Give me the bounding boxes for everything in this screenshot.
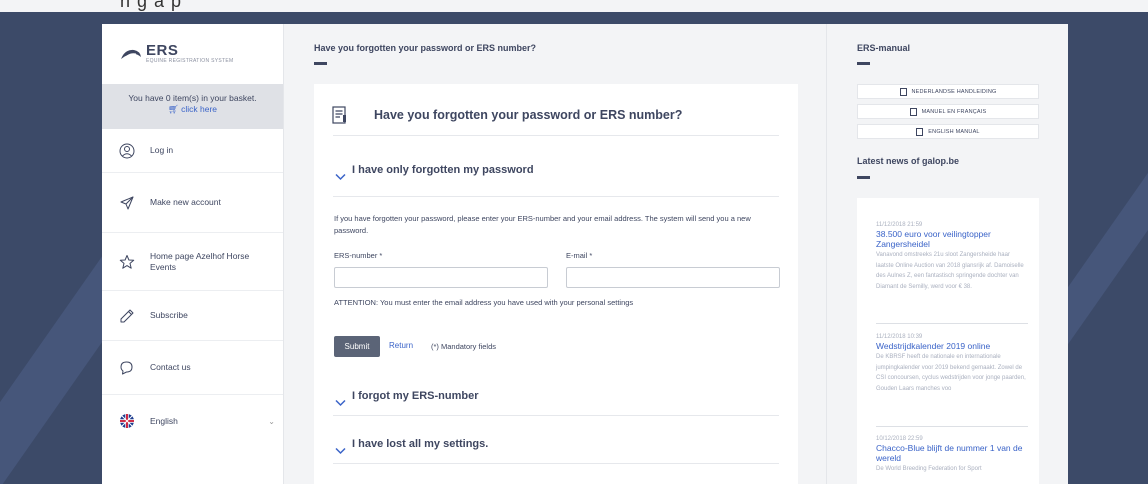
news-date: 11/12/2018 10:39 bbox=[876, 334, 923, 340]
attention-text: ATTENTION: You must enter the email addr… bbox=[334, 298, 634, 307]
title-underline bbox=[314, 62, 327, 65]
divider bbox=[876, 323, 1028, 324]
document-icon bbox=[332, 106, 348, 129]
manual-label: NEDERLANDSE HANDLEIDING bbox=[911, 88, 997, 95]
basket-message: You have 0 item(s) in your basket. bbox=[128, 93, 257, 103]
manual-dutch-button[interactable]: NEDERLANDSE HANDLEIDING bbox=[857, 84, 1039, 99]
sidebar-item-login[interactable]: Log in bbox=[102, 129, 283, 173]
divider bbox=[333, 463, 779, 464]
user-circle-icon bbox=[118, 142, 136, 160]
sidebar-item-make-account[interactable]: Make new account bbox=[102, 173, 283, 233]
section-forgot-ers[interactable]: I forgot my ERS-number bbox=[352, 390, 479, 402]
uk-flag-icon bbox=[118, 412, 136, 430]
news-body: De World Breeding Federation for Sport bbox=[876, 466, 982, 472]
chat-icon bbox=[118, 359, 136, 377]
sidebar-item-contact[interactable]: Contact us bbox=[102, 341, 283, 395]
ers-number-input[interactable] bbox=[334, 267, 548, 288]
card-title: Have you forgotten your password or ERS … bbox=[374, 108, 683, 122]
logo-subtitle: EQUINE REGISTRATION SYSTEM bbox=[146, 58, 234, 64]
ers-number-label: ERS-number * bbox=[334, 251, 383, 260]
section-lost-settings[interactable]: I have lost all my settings. bbox=[352, 438, 488, 450]
document-icon bbox=[899, 87, 907, 96]
sidebar-item-label: Log in bbox=[150, 145, 174, 155]
page-title: Have you forgotten your password or ERS … bbox=[314, 43, 537, 53]
sidebar: ERS EQUINE REGISTRATION SYSTEM You have … bbox=[102, 24, 284, 484]
basket-link[interactable]: 🛒︎ click here bbox=[102, 104, 283, 115]
news-panel: 11/12/2018 21:59 38.500 euro voor veilin… bbox=[857, 198, 1039, 484]
manual-french-button[interactable]: MANUEL EN FRANÇAIS bbox=[857, 104, 1039, 119]
chevron-down-icon[interactable] bbox=[335, 168, 346, 186]
top-partial-text: n g a p bbox=[120, 0, 183, 11]
basket-link-label: click here bbox=[181, 104, 218, 114]
form-card: Have you forgotten your password or ERS … bbox=[314, 84, 798, 484]
title-underline bbox=[857, 176, 870, 179]
news-title[interactable]: 38.500 euro voor veilingtopper Zangershe… bbox=[876, 229, 1026, 249]
divider bbox=[876, 426, 1028, 427]
title-underline bbox=[857, 62, 870, 65]
language-label: English bbox=[150, 415, 178, 426]
paper-plane-icon bbox=[118, 194, 136, 212]
sidebar-item-label: Home page Azelhof Horse Events bbox=[150, 250, 250, 272]
news-title[interactable]: Chacco-Blue blijft de nummer 1 van de we… bbox=[876, 443, 1026, 463]
chevron-down-icon[interactable] bbox=[335, 394, 346, 412]
cart-icon: 🛒︎ bbox=[167, 104, 179, 114]
manual-english-button[interactable]: ENGLISH MANUAL bbox=[857, 124, 1039, 139]
sidebar-item-home-azelhof[interactable]: Home page Azelhof Horse Events bbox=[102, 233, 283, 291]
email-input[interactable] bbox=[566, 267, 780, 288]
news-heading: Latest news of galop.be bbox=[857, 156, 960, 166]
document-icon bbox=[916, 127, 924, 136]
submit-button[interactable]: Submit bbox=[334, 336, 380, 357]
main-content: Have you forgotten your password or ERS … bbox=[284, 24, 826, 484]
news-body: Vanavond omstreeks 21u sloot Zangersheid… bbox=[876, 252, 1024, 290]
return-link[interactable]: Return bbox=[389, 340, 413, 352]
document-icon bbox=[909, 107, 917, 116]
sidebar-item-label: Subscribe bbox=[150, 310, 188, 320]
logo-title: ERS bbox=[146, 42, 179, 59]
manual-label: MANUEL EN FRANÇAIS bbox=[921, 108, 987, 115]
email-label: E-mail * bbox=[566, 251, 593, 260]
top-strip: n g a p bbox=[0, 0, 1148, 12]
language-selector[interactable]: English ⌄ bbox=[102, 395, 283, 447]
app-window: ERS EQUINE REGISTRATION SYSTEM You have … bbox=[102, 24, 1068, 484]
news-body: De KBRSF heeft de nationale en internati… bbox=[876, 354, 1026, 392]
divider bbox=[333, 196, 779, 197]
basket-panel: You have 0 item(s) in your basket. 🛒︎ cl… bbox=[102, 84, 283, 129]
news-item[interactable]: 11/12/2018 10:39 Wedstrijdkalender 2019 … bbox=[876, 334, 1026, 394]
sidebar-item-subscribe[interactable]: Subscribe bbox=[102, 291, 283, 341]
manual-heading: ERS-manual bbox=[857, 43, 911, 53]
mandatory-note: (*) Mandatory fields bbox=[431, 342, 497, 351]
instruction-text: If you have forgotten your password, ple… bbox=[334, 214, 751, 235]
divider bbox=[333, 415, 779, 416]
sidebar-item-label: Contact us bbox=[150, 362, 191, 372]
news-item[interactable]: 10/12/2018 22:59 Chacco-Blue blijft de n… bbox=[876, 436, 1026, 475]
section-forgot-password[interactable]: I have only forgotten my password bbox=[352, 164, 534, 176]
manual-label: ENGLISH MANUAL bbox=[928, 128, 980, 135]
divider bbox=[333, 135, 779, 136]
news-date: 10/12/2018 22:59 bbox=[876, 436, 923, 442]
chevron-down-icon: ⌄ bbox=[268, 416, 275, 426]
chevron-down-icon[interactable] bbox=[335, 442, 346, 460]
horse-logo-icon bbox=[120, 47, 142, 61]
right-column: ERS-manual NEDERLANDSE HANDLEIDING MANUE… bbox=[826, 24, 1068, 484]
pencil-icon bbox=[118, 307, 136, 325]
news-date: 11/12/2018 21:59 bbox=[876, 222, 923, 228]
news-title[interactable]: Wedstrijdkalender 2019 online bbox=[876, 341, 1026, 351]
star-icon bbox=[118, 253, 136, 271]
news-item[interactable]: 11/12/2018 21:59 38.500 euro voor veilin… bbox=[876, 222, 1026, 292]
logo[interactable]: ERS EQUINE REGISTRATION SYSTEM bbox=[102, 24, 283, 84]
sidebar-item-label: Make new account bbox=[150, 197, 221, 207]
